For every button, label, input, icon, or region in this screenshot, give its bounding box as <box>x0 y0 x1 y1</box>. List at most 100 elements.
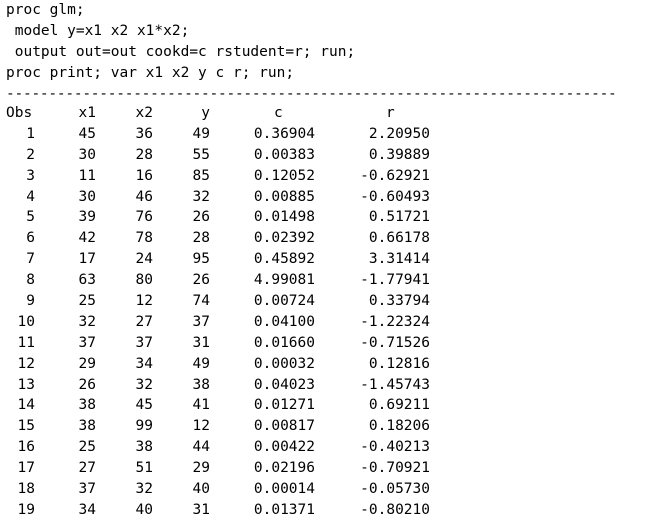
divider-line: ----------------------------------------… <box>6 86 617 102</box>
c-cell: 0.00032 <box>253 355 315 372</box>
x1-cell: 38 <box>78 397 96 414</box>
r-cell: -0.62921 <box>360 167 430 184</box>
table-row: 10 32 27 37 0.04100 -1.22324 <box>6 312 646 333</box>
x2-cell: 32 <box>135 481 153 498</box>
r-cell: -0.60493 <box>360 188 430 205</box>
r-cell: -1.45743 <box>360 376 430 393</box>
y-cell: 55 <box>192 146 210 163</box>
y-cell: 49 <box>192 125 210 142</box>
c-cell: 0.36904 <box>253 125 315 142</box>
c-cell: 0.00014 <box>253 481 315 498</box>
r-cell: -0.80210 <box>360 501 430 518</box>
c-cell: 0.00817 <box>253 418 315 435</box>
code-line-proc-print: proc print; var x1 x2 y c r; run; <box>6 65 295 81</box>
x2-cell: 38 <box>135 439 153 456</box>
x1-cell: 29 <box>78 355 96 372</box>
table-row: 12 29 34 49 0.00032 0.12816 <box>6 354 646 375</box>
r-cell: 0.66178 <box>368 230 430 247</box>
table-row: 16 25 38 44 0.00422 -0.40213 <box>6 437 646 458</box>
y-cell: 12 <box>192 418 210 435</box>
r-cell: 2.20950 <box>368 125 430 142</box>
obs-cell: 6 <box>26 230 35 247</box>
y-cell: 31 <box>192 501 210 518</box>
x1-cell: 37 <box>78 334 96 351</box>
header-x2: x2 <box>135 105 153 121</box>
c-cell: 0.00383 <box>253 146 315 163</box>
y-cell: 31 <box>192 334 210 351</box>
x2-cell: 46 <box>135 188 153 205</box>
x2-cell: 99 <box>135 418 153 435</box>
c-cell: 0.04023 <box>253 376 315 393</box>
header-obs: Obs <box>6 105 33 121</box>
x1-cell: 37 <box>78 481 96 498</box>
header-c: c <box>274 105 283 121</box>
x1-cell: 27 <box>78 460 96 477</box>
r-cell: -0.70921 <box>360 460 430 477</box>
c-cell: 0.01271 <box>253 397 315 414</box>
x1-cell: 63 <box>78 272 96 289</box>
c-cell: 0.04100 <box>253 313 315 330</box>
x1-cell: 30 <box>78 146 96 163</box>
x1-cell: 25 <box>78 293 96 310</box>
obs-cell: 7 <box>26 251 35 268</box>
c-cell: 0.01660 <box>253 334 315 351</box>
r-cell: 0.39889 <box>368 146 430 163</box>
x2-cell: 28 <box>135 146 153 163</box>
y-cell: 32 <box>192 188 210 205</box>
x2-cell: 36 <box>135 125 153 142</box>
c-cell: 0.01498 <box>253 209 315 226</box>
y-cell: 85 <box>192 167 210 184</box>
output-table: Obs x1 x2 y c r 1 45 36 49 0.36904 2.20950 2 30… <box>6 103 646 521</box>
obs-cell: 19 <box>17 501 35 518</box>
obs-cell: 3 <box>26 167 35 184</box>
table-row: 13 26 32 38 0.04023 -1.45743 <box>6 375 646 396</box>
x2-cell: 45 <box>135 397 153 414</box>
x2-cell: 16 <box>135 167 153 184</box>
obs-cell: 11 <box>17 334 35 351</box>
table-body: 1 45 36 49 0.36904 2.20950 2 30 28 55 0.00383 0.398… <box>6 124 646 521</box>
y-cell: 28 <box>192 230 210 247</box>
obs-cell: 18 <box>17 481 35 498</box>
table-header-row: Obs x1 x2 y c r <box>6 103 646 124</box>
x2-cell: 51 <box>135 460 153 477</box>
obs-cell: 17 <box>17 460 35 477</box>
obs-cell: 9 <box>26 293 35 310</box>
obs-cell: 13 <box>17 376 35 393</box>
x1-cell: 39 <box>78 209 96 226</box>
c-cell: 0.02392 <box>253 230 315 247</box>
y-cell: 44 <box>192 439 210 456</box>
code-line-model: model y=x1 x2 x1*x2; <box>6 23 190 39</box>
code-line-proc-glm: proc glm; <box>6 2 85 18</box>
r-cell: -0.71526 <box>360 334 430 351</box>
x1-cell: 11 <box>78 167 96 184</box>
y-cell: 41 <box>192 397 210 414</box>
c-cell: 0.02196 <box>253 460 315 477</box>
table-row: 15 38 99 12 0.00817 0.18206 <box>6 416 646 437</box>
x1-cell: 17 <box>78 251 96 268</box>
x1-cell: 34 <box>78 501 96 518</box>
table-row: 19 34 40 31 0.01371 -0.80210 <box>6 500 646 521</box>
obs-cell: 8 <box>26 272 35 289</box>
c-cell: 0.00885 <box>253 188 315 205</box>
table-row: 6 42 78 28 0.02392 0.66178 <box>6 228 646 249</box>
table-row: 18 37 32 40 0.00014 -0.05730 <box>6 479 646 500</box>
x1-cell: 42 <box>78 230 96 247</box>
obs-cell: 12 <box>17 355 35 372</box>
x2-cell: 80 <box>135 272 153 289</box>
x2-cell: 34 <box>135 355 153 372</box>
table-row: 14 38 45 41 0.01271 0.69211 <box>6 395 646 416</box>
table-row: 5 39 76 26 0.01498 0.51721 <box>6 207 646 228</box>
obs-cell: 15 <box>17 418 35 435</box>
table-row: 7 17 24 95 0.45892 3.31414 <box>6 249 646 270</box>
table-row: 8 63 80 26 4.99081 -1.77941 <box>6 270 646 291</box>
r-cell: -0.40213 <box>360 439 430 456</box>
x1-cell: 45 <box>78 125 96 142</box>
c-cell: 0.12052 <box>253 167 315 184</box>
r-cell: -1.22324 <box>360 313 430 330</box>
c-cell: 0.00422 <box>253 439 315 456</box>
obs-cell: 5 <box>26 209 35 226</box>
x1-cell: 30 <box>78 188 96 205</box>
header-x1: x1 <box>78 105 96 121</box>
r-cell: 0.18206 <box>368 418 430 435</box>
y-cell: 38 <box>192 376 210 393</box>
